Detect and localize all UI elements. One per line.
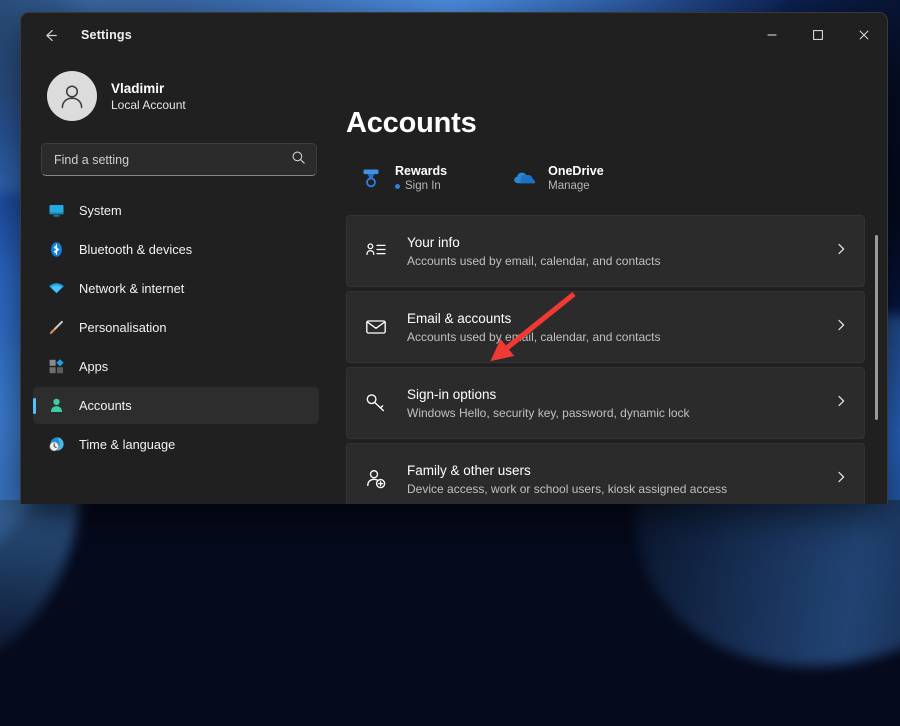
- chevron-right-icon[interactable]: [834, 242, 848, 261]
- close-icon[interactable]: [841, 13, 887, 57]
- quick-link-onedrive[interactable]: OneDrive Manage: [508, 161, 609, 195]
- minimize-icon[interactable]: [749, 13, 795, 57]
- settings-row-text: Sign-in options Windows Hello, security …: [407, 387, 815, 420]
- scrollbar-thumb[interactable]: [875, 235, 878, 420]
- sidebar-item-personalisation[interactable]: Personalisation: [33, 309, 319, 346]
- window-body: Vladimir Local Account Find a setting Sy…: [21, 57, 887, 504]
- status-dot: [395, 183, 400, 189]
- quick-link-subtitle: Manage: [548, 180, 604, 192]
- onedrive-cloud-icon: [511, 165, 537, 191]
- monitor-icon: [47, 202, 65, 220]
- apps-grid-icon: [47, 358, 65, 376]
- chevron-right-icon[interactable]: [834, 394, 848, 413]
- window-controls: [749, 13, 887, 57]
- sidebar-item-label: Time & language: [79, 437, 176, 452]
- settings-row-your-info[interactable]: Your info Accounts used by email, calend…: [346, 215, 865, 287]
- wifi-icon: [47, 280, 65, 298]
- account-card[interactable]: Vladimir Local Account: [33, 57, 319, 129]
- settings-row-text: Your info Accounts used by email, calend…: [407, 235, 815, 268]
- paintbrush-icon: [47, 319, 65, 337]
- settings-row-title: Your info: [407, 234, 460, 250]
- quick-link-title: OneDrive: [548, 164, 604, 178]
- page-title: Accounts: [346, 107, 477, 139]
- sidebar-item-label: Accounts: [79, 398, 132, 413]
- user-details-icon: [364, 239, 388, 263]
- settings-row-text: Email & accounts Accounts used by email,…: [407, 311, 815, 344]
- settings-row-text: Family & other users Device access, work…: [407, 463, 815, 496]
- quick-links: Rewards Sign In OneDrive Manage: [346, 161, 887, 195]
- envelope-icon: [364, 315, 388, 339]
- sidebar-item-label: System: [79, 203, 122, 218]
- sidebar-nav-list: System Bluetooth & devices Network & int…: [33, 192, 319, 463]
- sidebar-item-label: Bluetooth & devices: [79, 242, 193, 257]
- search-input[interactable]: [54, 152, 291, 167]
- main-scrollbar[interactable]: [871, 235, 881, 504]
- settings-row-subtitle: Device access, work or school users, kio…: [407, 481, 728, 496]
- sidebar: Vladimir Local Account Find a setting Sy…: [21, 57, 331, 504]
- chevron-right-icon[interactable]: [834, 470, 848, 489]
- key-icon: [364, 391, 388, 415]
- maximize-icon[interactable]: [795, 13, 841, 57]
- sidebar-item-network-internet[interactable]: Network & internet: [33, 270, 319, 307]
- sidebar-item-time-language[interactable]: Time & language: [33, 426, 319, 463]
- sidebar-item-accounts[interactable]: Accounts: [33, 387, 319, 424]
- settings-window: Settings Vladimir Local Account Find a s…: [20, 12, 888, 504]
- bluetooth-icon: [47, 241, 65, 259]
- settings-list: Your info Accounts used by email, calend…: [346, 215, 865, 504]
- add-user-icon: [364, 467, 388, 491]
- settings-row-subtitle: Accounts used by email, calendar, and co…: [407, 253, 661, 268]
- settings-row-title: Email & accounts: [407, 310, 512, 326]
- sidebar-item-bluetooth-devices[interactable]: Bluetooth & devices: [33, 231, 319, 268]
- main-content: Accounts Rewards Sign In OneDrive Manage…: [331, 57, 887, 504]
- sidebar-item-label: Network & internet: [79, 281, 185, 296]
- back-arrow-icon[interactable]: [33, 18, 67, 52]
- person-icon: [47, 397, 65, 415]
- quick-link-rewards[interactable]: Rewards Sign In: [355, 161, 452, 195]
- quick-link-text: Rewards Sign In: [395, 164, 447, 192]
- clock-globe-icon: [47, 436, 65, 454]
- sidebar-item-label: Personalisation: [79, 320, 167, 335]
- title-bar: Settings: [21, 13, 887, 57]
- account-text: Vladimir Local Account: [111, 81, 186, 112]
- settings-row-title: Sign-in options: [407, 386, 497, 402]
- account-name: Vladimir: [111, 80, 165, 96]
- person-avatar-icon: [47, 71, 97, 121]
- sidebar-item-apps[interactable]: Apps: [33, 348, 319, 385]
- settings-row-subtitle: Accounts used by email, calendar, and co…: [407, 329, 661, 344]
- settings-row-subtitle: Windows Hello, security key, password, d…: [407, 405, 690, 420]
- app-title: Settings: [81, 28, 132, 42]
- sidebar-item-label: Apps: [79, 359, 109, 374]
- sidebar-item-system[interactable]: System: [33, 192, 319, 229]
- quick-link-subtitle-text: Manage: [548, 180, 590, 192]
- search-icon[interactable]: [291, 150, 306, 170]
- quick-link-subtitle-text: Sign In: [405, 180, 441, 192]
- settings-row-title: Family & other users: [407, 462, 531, 478]
- quick-link-title: Rewards: [395, 164, 448, 178]
- account-type: Local Account: [111, 97, 186, 112]
- settings-row-email-accounts[interactable]: Email & accounts Accounts used by email,…: [346, 291, 865, 363]
- quick-link-subtitle: Sign In: [395, 180, 447, 192]
- settings-row-sign-in-options[interactable]: Sign-in options Windows Hello, security …: [346, 367, 865, 439]
- search-box[interactable]: [41, 143, 317, 176]
- rewards-medal-icon: [358, 165, 384, 191]
- settings-row-family-other-users[interactable]: Family & other users Device access, work…: [346, 443, 865, 504]
- quick-link-text: OneDrive Manage: [548, 164, 604, 192]
- chevron-right-icon[interactable]: [834, 318, 848, 337]
